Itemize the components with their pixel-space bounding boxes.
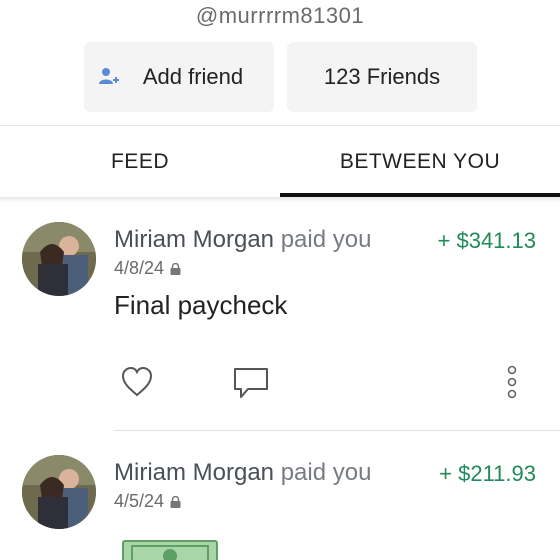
- sender-name[interactable]: Miriam Morgan: [114, 459, 274, 486]
- transaction-divider: [114, 430, 560, 431]
- tab-feed[interactable]: FEED: [0, 127, 280, 197]
- lock-icon: [170, 262, 181, 275]
- add-friend-icon: [99, 68, 119, 84]
- profile-username: @murrrrm81301: [195, 3, 365, 28]
- transaction-date: 4/5/24: [114, 491, 181, 512]
- like-heart-icon[interactable]: [120, 366, 154, 398]
- transaction-title: Miriam Morgan paid you: [114, 226, 371, 254]
- profile-header: @murrrrm81301 Add friend 123 Friends: [0, 0, 560, 126]
- transaction-action: paid you: [280, 459, 372, 486]
- transaction-card[interactable]: Miriam Morgan paid you + $211.93 4/5/24: [0, 437, 560, 560]
- lock-icon: [170, 495, 181, 508]
- transaction-amount: + $211.93: [439, 461, 536, 486]
- transaction-note: Final paycheck: [114, 290, 288, 320]
- avatar-photo: [22, 222, 96, 296]
- avatar-photo: [22, 455, 96, 529]
- comment-icon[interactable]: [232, 366, 270, 400]
- transaction-date: 4/8/24: [114, 258, 181, 279]
- avatar[interactable]: [22, 222, 96, 296]
- more-options-icon[interactable]: [505, 364, 519, 400]
- feed-tabs: FEED BETWEEN YOU: [0, 127, 560, 197]
- add-friend-label: Add friend: [142, 64, 244, 89]
- transaction-title: Miriam Morgan paid you: [114, 459, 371, 487]
- transaction-card[interactable]: Miriam Morgan paid you + $341.13 4/8/24 …: [0, 204, 560, 430]
- avatar[interactable]: [22, 455, 96, 529]
- tab-between-you[interactable]: BETWEEN YOU: [280, 127, 560, 197]
- sender-name[interactable]: Miriam Morgan: [114, 226, 274, 253]
- transaction-amount: + $341.13: [437, 228, 536, 253]
- tabs-shadow: [0, 197, 560, 203]
- date-text: 4/5/24: [114, 491, 165, 511]
- money-bill-icon: [122, 540, 218, 560]
- date-text: 4/8/24: [114, 258, 165, 278]
- friends-count-label: 123 Friends: [323, 64, 441, 89]
- transaction-action: paid you: [280, 226, 372, 253]
- friends-count-button[interactable]: 123 Friends: [287, 42, 477, 112]
- add-friend-button[interactable]: Add friend: [84, 42, 274, 112]
